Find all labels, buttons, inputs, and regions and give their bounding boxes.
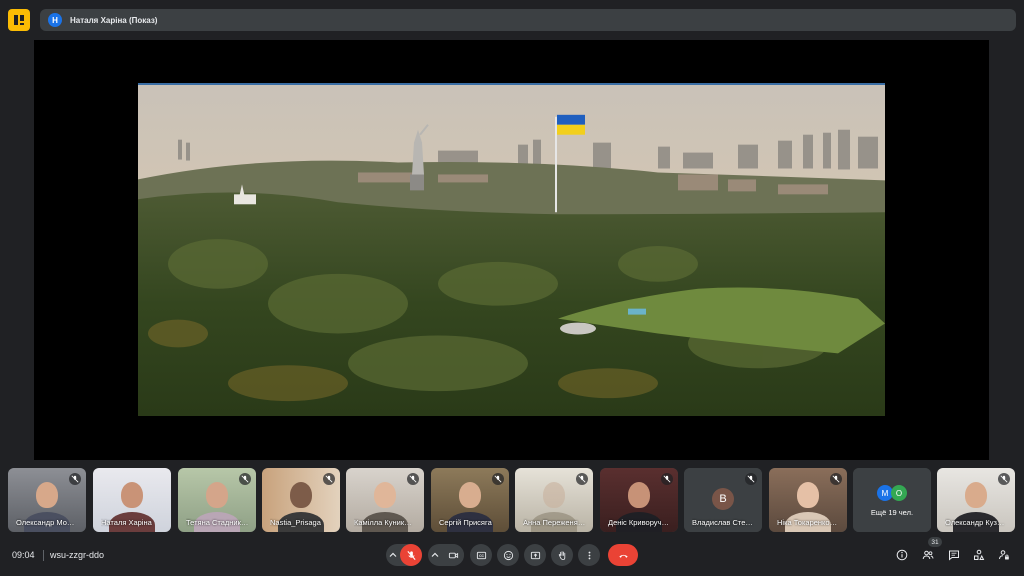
presenter-avatar: Н: [48, 13, 62, 27]
more-avatar: О: [891, 485, 907, 501]
end-call-icon: [618, 554, 628, 558]
captions-icon: CC: [476, 551, 486, 559]
meeting-code[interactable]: wsu-zzgr-ddo: [50, 550, 104, 560]
camera-control-group: [428, 544, 464, 566]
mic-off-icon: [406, 550, 416, 560]
participant-name: Тетяна Стадник…: [186, 518, 249, 527]
participant-tile[interactable]: Ніка Токаренко…: [769, 468, 847, 532]
participant-tile[interactable]: Анна Переженя…: [515, 468, 593, 532]
mic-control-group: [386, 544, 422, 566]
participant-tile[interactable]: Тетяна Стадник…: [178, 468, 256, 532]
presenter-bar[interactable]: Н Наталя Харіна (Показ): [40, 9, 1016, 31]
mic-off-icon: [661, 473, 673, 485]
more-avatars: М О: [877, 485, 907, 501]
info-icon: [896, 549, 908, 561]
mic-options-button[interactable]: [386, 544, 400, 566]
participant-tile[interactable]: Деніс Криворучко…: [600, 468, 678, 532]
mic-off-icon: [69, 473, 81, 485]
chat-button[interactable]: [947, 548, 961, 562]
mic-off-icon: [576, 473, 588, 485]
present-screen-icon: [530, 551, 540, 559]
bottom-bar: 09:04 wsu-zzgr-ddo CC: [0, 538, 1024, 576]
participant-name: Ніка Токаренко…: [777, 518, 838, 527]
participant-name: Олександр Куз…: [945, 518, 1005, 527]
divider: [43, 550, 44, 561]
mic-off-icon: [492, 473, 504, 485]
mic-off-icon: [239, 473, 251, 485]
leave-call-button[interactable]: [608, 544, 638, 566]
emoji-icon: [503, 550, 513, 560]
activities-icon: [974, 549, 985, 560]
shared-video-frame: [138, 83, 885, 416]
chevron-up-icon: [431, 552, 439, 557]
chat-icon: [949, 550, 959, 561]
participant-name: Сергій Присяга: [439, 518, 492, 527]
more-options-button[interactable]: [578, 544, 600, 566]
presenter-label: Наталя Харіна (Показ): [70, 15, 158, 25]
camera-options-button[interactable]: [428, 544, 442, 566]
meet-window: Н Наталя Харіна (Показ) Олександр Мо… На…: [0, 0, 1024, 576]
activities-button[interactable]: [972, 548, 986, 562]
meet-logo-icon: [14, 15, 24, 25]
captions-button[interactable]: CC: [470, 544, 492, 566]
app-logo[interactable]: [8, 9, 30, 31]
meeting-details-button[interactable]: [895, 548, 909, 562]
participant-tile[interactable]: Камілла Куник…: [346, 468, 424, 532]
participant-tile[interactable]: Олександр Мо…: [8, 468, 86, 532]
raise-hand-button[interactable]: [551, 544, 573, 566]
more-vert-icon: [588, 551, 590, 559]
mic-off-icon: [998, 473, 1010, 485]
camera-toggle-button[interactable]: [442, 544, 464, 566]
people-button[interactable]: [921, 548, 935, 562]
clock: 09:04: [12, 550, 35, 560]
people-icon: [922, 550, 934, 560]
participants-filmstrip: Олександр Мо… Наталя Харіна Тетяна Стадн…: [8, 468, 1018, 532]
mic-off-icon: [830, 473, 842, 485]
participant-tile[interactable]: Олександр Куз…: [937, 468, 1015, 532]
participant-name: Анна Переженя…: [523, 518, 586, 527]
mic-toggle-button[interactable]: [400, 544, 422, 566]
more-participants-label: Ещё 19 чел.: [870, 508, 914, 517]
top-bar: Н Наталя Харіна (Показ): [0, 0, 1024, 40]
lock-person-icon: [999, 550, 1009, 560]
kyiv-aerial-image: [138, 85, 885, 416]
reactions-button[interactable]: [497, 544, 519, 566]
participant-name: Наталя Харіна: [101, 518, 152, 527]
mic-off-icon: [323, 473, 335, 485]
participants-count-badge: 31: [928, 537, 942, 547]
participant-name: Камілла Куник…: [354, 518, 412, 527]
host-controls-button[interactable]: [997, 548, 1011, 562]
participant-tile[interactable]: В Владислав Сте…: [684, 468, 762, 532]
participant-name: Олександр Мо…: [16, 518, 75, 527]
chevron-up-icon: [389, 552, 397, 557]
mic-off-icon: [407, 473, 419, 485]
more-participants-tile[interactable]: М О Ещё 19 чел.: [853, 468, 931, 532]
svg-text:CC: CC: [479, 554, 484, 558]
participant-tile[interactable]: Nastia_Prisaga: [262, 468, 340, 532]
hand-icon: [558, 550, 565, 560]
participant-name: Nastia_Prisaga: [270, 518, 321, 527]
participant-tile[interactable]: Наталя Харіна: [93, 468, 171, 532]
participant-avatar: В: [712, 488, 734, 510]
participant-name: Владислав Сте…: [692, 518, 753, 527]
camera-icon: [448, 552, 458, 558]
participant-name: Деніс Криворучко…: [608, 518, 672, 527]
participant-tile[interactable]: Сергій Присяга: [431, 468, 509, 532]
presentation-stage[interactable]: [34, 40, 989, 460]
mic-off-icon: [745, 473, 757, 485]
present-button[interactable]: [524, 544, 546, 566]
